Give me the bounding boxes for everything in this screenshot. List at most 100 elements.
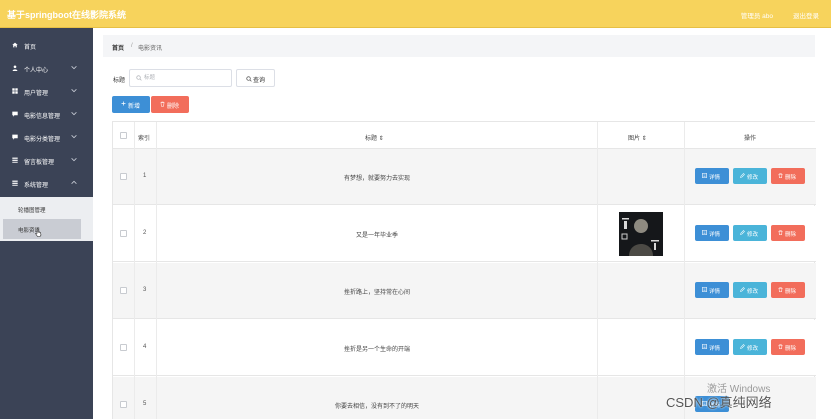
plus-icon	[121, 101, 126, 107]
column-header-index: 索引	[138, 136, 151, 142]
list-icon	[12, 157, 18, 163]
chevron-down-icon	[71, 134, 77, 140]
delete-button[interactable]: 删除	[771, 339, 805, 355]
submenu-item-carousel[interactable]: 轮播图管理	[3, 199, 81, 219]
search-box	[129, 69, 232, 87]
row-title: 挫折是另一个生命的开端	[343, 347, 410, 353]
pencil-icon	[740, 344, 745, 349]
detail-button[interactable]: 详情	[695, 225, 729, 241]
table-row: 4 挫折是另一个生命的开端 详情 修改 删除	[113, 320, 816, 376]
top-bar: 基于springboot在线影院系统 管理员 abo 退出登录	[0, 0, 831, 28]
trash-icon	[778, 173, 783, 179]
document-icon	[702, 172, 707, 179]
sidebar-item-label: 系统管理	[24, 183, 49, 189]
sidebar-item-home[interactable]: 首页	[0, 34, 93, 56]
delete-button[interactable]: 删除	[771, 225, 805, 241]
search-icon	[246, 76, 252, 82]
csdn-watermark: CSDN @真纯网络	[666, 395, 772, 410]
row-title: 挫折路上，坚持常在心间	[343, 290, 410, 296]
sidebar-item-label: 留言板管理	[24, 160, 55, 166]
submenu-item-movie-news[interactable]: 电影资讯	[3, 219, 81, 239]
sidebar-item-label: 个人中心	[24, 68, 49, 74]
document-icon	[702, 229, 707, 236]
select-all-checkbox[interactable]	[120, 132, 127, 139]
detail-button-label: 详情	[709, 289, 721, 295]
edit-button[interactable]: 修改	[733, 168, 767, 184]
pencil-icon	[740, 173, 745, 178]
column-header-image[interactable]: 图片 ⇕	[628, 133, 647, 142]
row-index: 4	[143, 344, 147, 350]
row-title: 有梦想，就要努力去实现	[343, 176, 410, 182]
add-button-label: 新增	[128, 104, 141, 110]
column-header-title[interactable]: 标题 ⇕	[365, 133, 384, 142]
breadcrumb-home[interactable]: 首页	[112, 43, 124, 52]
edit-button[interactable]: 修改	[733, 282, 767, 298]
column-header-actions: 操作	[744, 136, 757, 142]
message-icon	[12, 134, 18, 140]
sidebar: 首页 个人中心 用户管理 电影信息管理 电影分类管理 留言板管理 系统管理 轮播…	[0, 28, 93, 419]
user-icon	[12, 65, 18, 71]
table-row: 1 有梦想，就要努力去实现 详情 修改 删除	[113, 149, 816, 205]
news-thumbnail[interactable]	[619, 212, 663, 256]
trash-icon	[778, 230, 783, 236]
query-button[interactable]: 查询	[236, 69, 275, 87]
breadcrumb-separator: /	[131, 43, 133, 49]
chevron-down-icon	[71, 157, 77, 163]
trash-icon	[778, 344, 783, 350]
row-checkbox[interactable]	[120, 230, 127, 237]
pencil-icon	[740, 230, 745, 235]
detail-button[interactable]: 详情	[695, 339, 729, 355]
trash-icon	[778, 287, 783, 293]
document-icon	[702, 343, 707, 350]
chevron-up-icon	[71, 180, 77, 186]
sidebar-item-label: 用户管理	[24, 91, 49, 97]
row-title: 又是一年毕业季	[355, 233, 398, 239]
edit-button-label: 修改	[747, 175, 759, 181]
breadcrumb-current: 电影资讯	[138, 46, 163, 52]
sidebar-item-label: 首页	[24, 45, 37, 51]
delete-button-label: 删除	[785, 175, 797, 181]
sidebar-item-profile[interactable]: 个人中心	[0, 57, 93, 79]
grid-icon	[12, 88, 18, 94]
row-checkbox[interactable]	[120, 287, 127, 294]
add-button[interactable]: 新增	[112, 96, 150, 113]
detail-button-label: 详情	[709, 346, 721, 352]
search-icon	[136, 75, 142, 81]
batch-delete-button[interactable]: 删除	[151, 96, 189, 113]
edit-button[interactable]: 修改	[733, 339, 767, 355]
delete-button[interactable]: 删除	[771, 282, 805, 298]
delete-button[interactable]: 删除	[771, 168, 805, 184]
detail-button[interactable]: 详情	[695, 282, 729, 298]
column-divider	[134, 122, 135, 419]
delete-button-label: 删除	[785, 289, 797, 295]
row-checkbox[interactable]	[120, 344, 127, 351]
row-checkbox[interactable]	[120, 173, 127, 180]
column-divider	[156, 122, 157, 419]
edit-button[interactable]: 修改	[733, 225, 767, 241]
main-content: 首页 / 电影资讯 标题 查询 新增 删除 索引 标题 ⇕ 图片 ⇕ 操作 1 …	[93, 28, 831, 419]
sidebar-item-guestbook[interactable]: 留言板管理	[0, 149, 93, 171]
list-icon	[12, 180, 18, 186]
breadcrumb: 首页 / 电影资讯	[103, 35, 815, 57]
sidebar-item-movie-info[interactable]: 电影信息管理	[0, 103, 93, 125]
row-checkbox[interactable]	[120, 401, 127, 408]
sidebar-item-users[interactable]: 用户管理	[0, 80, 93, 102]
row-index: 3	[143, 287, 147, 293]
table-row: 2 又是一年毕业季 详情 修改 删除	[113, 206, 816, 262]
sidebar-item-movie-category[interactable]: 电影分类管理	[0, 126, 93, 148]
delete-button-label: 删除	[785, 232, 797, 238]
message-icon	[12, 111, 18, 117]
trash-icon	[160, 101, 165, 107]
table-row: 3 挫折路上，坚持常在心间 详情 修改 删除	[113, 263, 816, 319]
search-input[interactable]	[144, 73, 224, 83]
logout-link[interactable]: 退出登录	[793, 10, 819, 20]
news-table: 索引 标题 ⇕ 图片 ⇕ 操作 1 有梦想，就要努力去实现 详情 修改 删除 2…	[112, 121, 816, 419]
pointer-cursor-icon	[34, 228, 42, 237]
table-header: 索引 标题 ⇕ 图片 ⇕ 操作	[113, 122, 816, 149]
chevron-down-icon	[71, 88, 77, 94]
sidebar-item-system[interactable]: 系统管理	[0, 172, 93, 194]
detail-button[interactable]: 详情	[695, 168, 729, 184]
app-title: 基于springboot在线影院系统	[7, 10, 126, 20]
edit-button-label: 修改	[747, 232, 759, 238]
sidebar-item-label: 电影信息管理	[24, 114, 61, 120]
